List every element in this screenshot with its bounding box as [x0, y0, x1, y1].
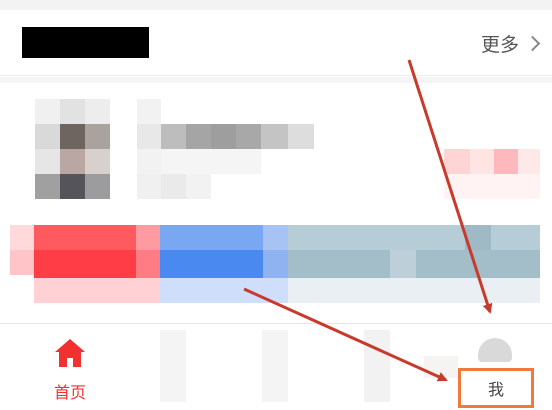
blur-block: [60, 99, 85, 124]
blur-block: [236, 124, 261, 149]
blur-block: [211, 124, 236, 149]
chevron-right-icon: [524, 35, 541, 51]
blur-block: [494, 149, 518, 174]
blur-block: [137, 149, 161, 174]
blur-block: [262, 330, 288, 402]
bottom-tab-bar: 首页 我: [0, 323, 552, 410]
blur-block: [34, 225, 136, 250]
blur-block: [444, 174, 540, 199]
tab-me[interactable]: 我: [458, 368, 534, 408]
blur-block: [444, 149, 470, 174]
tab-home[interactable]: 首页: [40, 334, 100, 404]
blur-block: [137, 124, 161, 149]
blurred-content: [0, 83, 552, 323]
blur-block: [160, 225, 263, 250]
blur-block: [518, 149, 540, 174]
blur-block: [136, 225, 160, 250]
blur-block: [161, 124, 186, 149]
more-button[interactable]: 更多: [480, 28, 541, 58]
blur-block: [470, 149, 494, 174]
tab-home-label: 首页: [53, 383, 86, 402]
blur-block: [160, 330, 186, 402]
blur-block: [136, 250, 160, 278]
blur-block: [35, 99, 60, 124]
blur-block: [424, 356, 458, 378]
blur-block: [85, 124, 110, 149]
blur-block: [261, 124, 288, 149]
blur-block: [85, 99, 110, 124]
tab-me-label: 我: [487, 380, 504, 399]
blur-block: [34, 250, 136, 278]
blur-block: [288, 225, 540, 250]
blur-block: [263, 250, 288, 278]
redacted-title: [22, 27, 149, 58]
section-header: 更多: [0, 10, 552, 76]
blur-block: [60, 124, 85, 149]
blur-block: [160, 250, 263, 278]
blur-block: [35, 124, 60, 149]
blur-block: [35, 174, 60, 199]
blur-block: [465, 225, 491, 250]
blur-block: [160, 278, 288, 303]
blur-block: [288, 278, 540, 303]
blur-block: [35, 149, 60, 174]
blur-block: [34, 278, 160, 303]
home-icon: [55, 339, 85, 367]
blur-block: [186, 124, 211, 149]
blur-block: [137, 99, 161, 124]
more-label: 更多: [480, 33, 519, 56]
blur-block: [186, 174, 211, 199]
blur-block: [263, 225, 288, 250]
blur-block: [390, 250, 416, 278]
blur-block: [60, 149, 85, 174]
blur-block: [85, 174, 110, 199]
blur-block: [85, 149, 110, 174]
blur-block: [288, 124, 314, 149]
blur-block: [161, 149, 261, 174]
blur-block: [137, 174, 161, 199]
blur-block: [161, 174, 186, 199]
blur-block: [478, 338, 512, 362]
top-strip: [0, 0, 552, 10]
blur-block: [364, 330, 390, 402]
blur-block: [10, 225, 34, 250]
blur-block: [10, 250, 34, 275]
blur-block: [60, 174, 85, 199]
